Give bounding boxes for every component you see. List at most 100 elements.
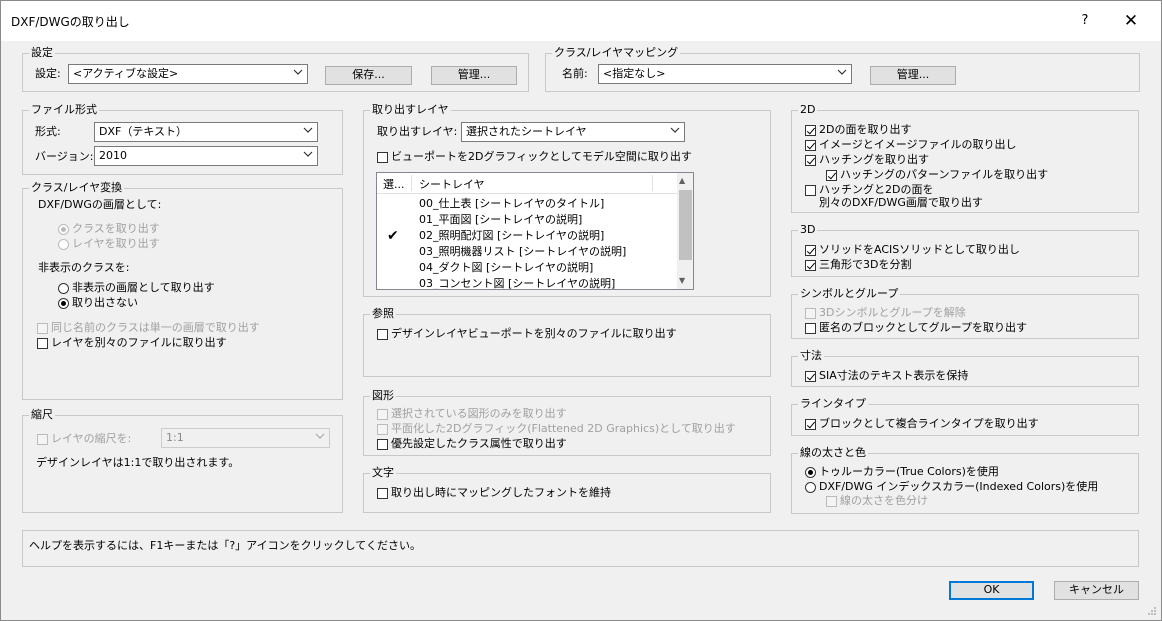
- checkbox-indicator: [805, 139, 816, 151]
- keep-font-checkbox[interactable]: 取り出し時にマッピングしたフォントを維持: [377, 486, 611, 500]
- true-colors-radio[interactable]: トゥルーカラー(True Colors)を使用: [805, 465, 999, 479]
- hatch-separate-checkbox[interactable]: ハッチングと2Dの面を: [805, 183, 933, 197]
- list-item[interactable]: 01_平面図 [シートレイヤの説明]: [419, 212, 582, 228]
- checkbox-indicator: [37, 433, 48, 445]
- symbols-legend: シンボルとグループ: [798, 287, 901, 301]
- hatch-pattern-checkbox[interactable]: ハッチングのパターンファイルを取り出す: [826, 168, 1048, 182]
- same-name-checkbox[interactable]: 同じ名前のクラスは単一の画層で取り出す: [37, 321, 260, 335]
- settings-manage-button[interactable]: 管理...: [431, 66, 517, 85]
- conversion-legend: クラス/レイヤ変換: [29, 181, 125, 195]
- dialog-title: DXF/DWGの取り出し: [11, 15, 130, 29]
- settings-legend: 設定: [29, 46, 55, 60]
- hidden-none-label: 取り出さない: [72, 296, 138, 309]
- scale-dropdown[interactable]: 1:1: [161, 428, 330, 448]
- weight-by-color-label: 線の太さを色分け: [840, 494, 928, 507]
- layer-scale-checkbox[interactable]: レイヤの縮尺を:: [37, 432, 131, 446]
- indexed-colors-label: DXF/DWG インデックスカラー(Indexed Colors)を使用: [819, 480, 1099, 493]
- radio-indicator: [58, 238, 69, 250]
- compound-linetype-label: ブロックとして複合ラインタイプを取り出す: [819, 417, 1039, 430]
- triangulate-label: 三角形で3Dを分割: [819, 258, 912, 271]
- dl-viewport-files-checkbox[interactable]: デザインレイヤビューポートを別々のファイルに取り出す: [377, 327, 677, 341]
- hatch-separate-label-line2: 別々のDXF/DWG画層で取り出す: [819, 196, 983, 209]
- weight-by-color-checkbox[interactable]: 線の太さを色分け: [826, 494, 928, 508]
- settings-dropdown[interactable]: <アクティブな設定>: [68, 64, 308, 84]
- acis-checkbox[interactable]: ソリッドをACISソリッドとして取り出し: [805, 243, 1020, 257]
- save-button[interactable]: 保存...: [325, 66, 412, 85]
- checkbox-indicator: [805, 244, 816, 256]
- close-icon[interactable]: ✕: [1113, 7, 1149, 35]
- check-icon[interactable]: ✔: [387, 228, 399, 244]
- format-label: 形式:: [35, 125, 61, 138]
- true-colors-label: トゥルーカラー(True Colors)を使用: [819, 465, 999, 478]
- export-layers-dropdown[interactable]: 選択されたシートレイヤ: [461, 122, 685, 142]
- 2d-legend: 2D: [798, 103, 818, 117]
- images-checkbox[interactable]: イメージとイメージファイルの取り出し: [805, 138, 1017, 152]
- col-divider: [411, 175, 412, 191]
- hatch-separate-label: ハッチングと2Dの面を: [819, 183, 934, 196]
- anonymous-block-checkbox[interactable]: 匿名のブロックとしてグループを取り出す: [805, 321, 1027, 335]
- 2d-faces-label: 2Dの面を取り出す: [819, 123, 912, 136]
- export-classes-radio[interactable]: クラスを取り出す: [58, 222, 160, 236]
- checkbox-indicator: [805, 184, 816, 196]
- linetype-legend: ラインタイプ: [798, 397, 868, 411]
- selected-only-checkbox[interactable]: 選択されている図形のみを取り出す: [377, 407, 567, 421]
- ungroup-3d-checkbox[interactable]: 3Dシンボルとグループを解除: [805, 306, 966, 320]
- scroll-up-icon[interactable]: ▲: [679, 176, 685, 185]
- list-item[interactable]: 02_照明配灯図 [シートレイヤの説明]: [419, 228, 604, 244]
- mapping-name-label: 名前:: [562, 67, 588, 80]
- viewport-2d-label: ビューポートを2Dグラフィックとしてモデル空間に取り出す: [391, 150, 692, 163]
- checkbox-indicator: [805, 259, 816, 271]
- chevron-down-icon: [293, 69, 303, 75]
- hidden-classes-label: 非表示のクラスを:: [38, 261, 130, 274]
- scrollbar-thumb[interactable]: [679, 190, 692, 260]
- chevron-down-icon: [303, 151, 313, 157]
- resize-grip-icon[interactable]: [1147, 606, 1157, 616]
- class-attr-checkbox[interactable]: 優先設定したクラス属性で取り出す: [377, 437, 567, 451]
- text-legend: 文字: [370, 466, 396, 480]
- cancel-button[interactable]: キャンセル: [1054, 581, 1139, 600]
- shapes-legend: 図形: [370, 389, 396, 403]
- anonymous-block-label: 匿名のブロックとしてグループを取り出す: [819, 321, 1028, 334]
- format-dropdown[interactable]: DXF（テキスト）: [94, 122, 318, 142]
- mapping-dropdown[interactable]: <指定なし>: [598, 64, 852, 84]
- list-item[interactable]: 03_照明機器リスト [シートレイヤの説明]: [419, 244, 626, 260]
- mapping-legend: クラス/レイヤマッピング: [552, 46, 681, 60]
- col-sheet-layer-header[interactable]: シートレイヤ: [419, 176, 485, 192]
- hidden-none-radio[interactable]: 取り出さない: [58, 296, 138, 310]
- sheet-layer-list: 選... シートレイヤ 00_仕上表 [シートレイヤのタイトル] 01_平面図 …: [376, 172, 694, 290]
- sia-text-label: SIA寸法のテキスト表示を保持: [819, 369, 969, 382]
- version-dropdown[interactable]: 2010: [94, 146, 318, 166]
- 2d-faces-checkbox[interactable]: 2Dの面を取り出す: [805, 123, 911, 137]
- col-select-header[interactable]: 選...: [383, 176, 405, 192]
- hatch-checkbox[interactable]: ハッチングを取り出す: [805, 153, 929, 167]
- flattened-checkbox[interactable]: 平面化した2Dグラフィック(Flattened 2D Graphics)として取…: [377, 422, 736, 436]
- help-button[interactable]: ?: [1067, 7, 1103, 35]
- checkbox-indicator: [805, 154, 816, 166]
- list-item[interactable]: 03_コンセント図 [シートレイヤの説明]: [419, 276, 615, 289]
- list-item[interactable]: 00_仕上表 [シートレイヤのタイトル]: [419, 196, 604, 212]
- hidden-export-radio[interactable]: 非表示の画層として取り出す: [58, 281, 215, 295]
- chevron-down-icon: [670, 127, 680, 133]
- export-layers-radio[interactable]: レイヤを取り出す: [58, 237, 160, 251]
- chevron-down-icon: [303, 127, 313, 133]
- help-status-area: ヘルプを表示するには、F1キーまたは「?」アイコンをクリックしてください。: [22, 530, 1139, 567]
- images-label: イメージとイメージファイルの取り出し: [819, 138, 1017, 151]
- radio-indicator: [58, 282, 69, 294]
- compound-linetype-checkbox[interactable]: ブロックとして複合ラインタイプを取り出す: [805, 417, 1039, 431]
- scroll-down-icon[interactable]: ▼: [679, 276, 685, 285]
- radio-indicator: [805, 466, 816, 478]
- ok-button[interactable]: OK: [949, 581, 1034, 600]
- checkbox-indicator: [377, 408, 388, 420]
- hatch-pattern-label: ハッチングのパターンファイルを取り出す: [840, 168, 1049, 181]
- mapping-manage-button[interactable]: 管理...: [870, 66, 956, 85]
- selected-only-label: 選択されている図形のみを取り出す: [391, 407, 567, 420]
- sia-text-checkbox[interactable]: SIA寸法のテキスト表示を保持: [805, 369, 968, 383]
- checkbox-indicator: [805, 418, 816, 430]
- list-item[interactable]: 04_ダクト図 [シートレイヤの説明]: [419, 260, 593, 276]
- viewport-2d-checkbox[interactable]: ビューポートを2Dグラフィックとしてモデル空間に取り出す: [377, 150, 692, 164]
- triangulate-checkbox[interactable]: 三角形で3Dを分割: [805, 258, 911, 272]
- layer-scale-label: レイヤの縮尺を:: [51, 432, 132, 445]
- separate-files-checkbox[interactable]: レイヤを別々のファイルに取り出す: [37, 336, 227, 350]
- checkbox-indicator: [37, 337, 48, 349]
- indexed-colors-radio[interactable]: DXF/DWG インデックスカラー(Indexed Colors)を使用: [805, 480, 1098, 494]
